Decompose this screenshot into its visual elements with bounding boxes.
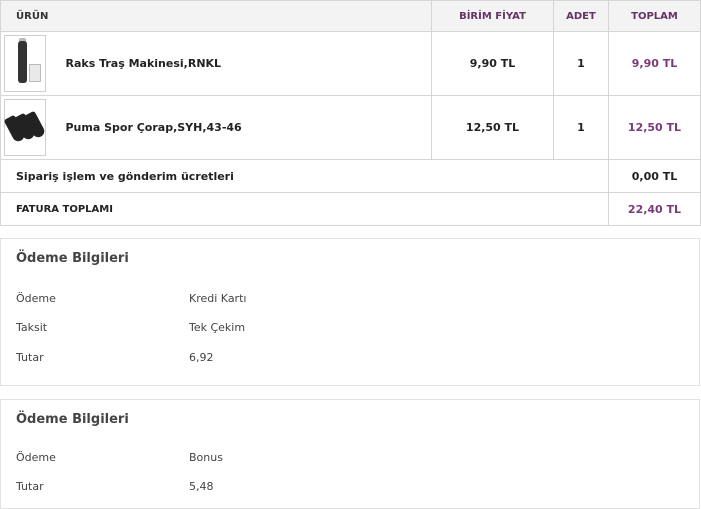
table-row: Puma Spor Çorap,SYH,43-46 12,50 TL 1 12,… — [0, 95, 701, 160]
header-qty: ADET — [553, 0, 609, 32]
payment-method-label: Ödeme — [16, 292, 56, 305]
payment-info-panel: Ödeme Bilgileri Ödeme Kredi Kartı Taksit… — [0, 238, 700, 386]
razor-stand — [29, 64, 41, 82]
payment-info-panel: Ödeme Bilgileri Ödeme Bonus Tutar 5,48 — [0, 399, 700, 509]
order-summary-page: ÜRÜN BİRİM FİYAT ADET TOPLAM Raks Traş M… — [0, 0, 701, 509]
razor-body — [18, 41, 27, 83]
fees-row: Sipariş işlem ve gönderim ücretleri 0,00… — [0, 159, 701, 193]
amount-value: 5,48 — [189, 480, 214, 493]
amount-label: Tutar — [16, 351, 44, 364]
payment-method-label: Ödeme — [16, 451, 56, 464]
fees-label: Sipariş işlem ve gönderim ücretleri — [0, 159, 609, 193]
panel-title: Ödeme Bilgileri — [16, 251, 129, 266]
payment-method-value: Bonus — [189, 451, 223, 464]
amount-label: Tutar — [16, 480, 44, 493]
product-cell: Puma Spor Çorap,SYH,43-46 — [0, 95, 432, 160]
unit-price: 9,90 TL — [431, 31, 554, 96]
unit-price: 12,50 TL — [431, 95, 554, 160]
panel-title: Ödeme Bilgileri — [16, 412, 129, 427]
invoice-total-value: 22,40 TL — [608, 192, 701, 226]
cart-table: ÜRÜN BİRİM FİYAT ADET TOPLAM Raks Traş M… — [0, 0, 701, 226]
razor-icon[interactable] — [4, 35, 46, 92]
product-name[interactable]: Puma Spor Çorap,SYH,43-46 — [66, 121, 242, 134]
cart-header-row: ÜRÜN BİRİM FİYAT ADET TOPLAM — [0, 0, 701, 32]
installment-label: Taksit — [16, 321, 48, 334]
socks-icon[interactable] — [3, 99, 47, 156]
row-total: 12,50 TL — [608, 95, 701, 160]
invoice-total-label: FATURA TOPLAMI — [0, 192, 609, 226]
quantity: 1 — [553, 95, 609, 160]
amount-value: 6,92 — [189, 351, 214, 364]
installment-value: Tek Çekim — [189, 321, 246, 334]
fees-value: 0,00 TL — [608, 159, 701, 193]
quantity: 1 — [553, 31, 609, 96]
table-row: Raks Traş Makinesi,RNKL 9,90 TL 1 9,90 T… — [0, 31, 701, 96]
product-name[interactable]: Raks Traş Makinesi,RNKL — [66, 57, 222, 70]
invoice-total-row: FATURA TOPLAMI 22,40 TL — [0, 192, 701, 226]
header-unit-price: BİRİM FİYAT — [431, 0, 554, 32]
product-cell: Raks Traş Makinesi,RNKL — [0, 31, 432, 96]
header-product: ÜRÜN — [0, 0, 432, 32]
header-total: TOPLAM — [608, 0, 701, 32]
row-total: 9,90 TL — [608, 31, 701, 96]
payment-method-value: Kredi Kartı — [189, 292, 247, 305]
